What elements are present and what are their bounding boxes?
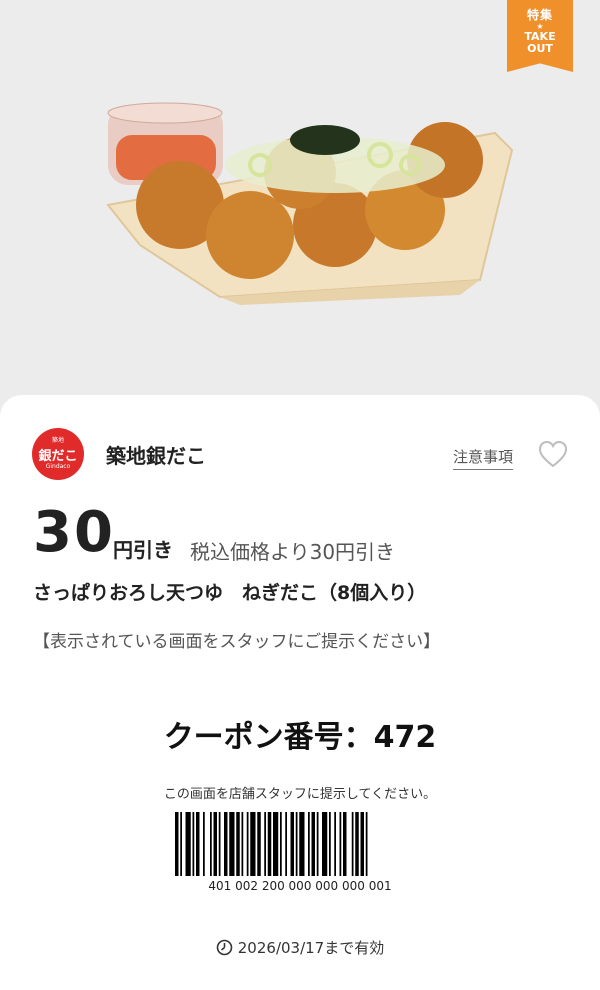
takeout-badge: 特集 ★ TAKE OUT [507, 0, 573, 72]
product-name: さっぱりおろし天つゆ ねぎだこ（8個入り） [33, 582, 427, 604]
present-note: 【表示されている画面をスタッフにご提示ください】 [33, 632, 441, 652]
heart-outline-icon[interactable] [538, 440, 568, 468]
badge-top-text: 特集 [526, 8, 553, 22]
coupon-number: クーポン番号：472 [163, 720, 437, 755]
barcode-number: 401 002 200 000 000 000 001 [208, 879, 392, 893]
clock-icon [216, 939, 233, 956]
discount-amount: 30 [33, 500, 115, 565]
shop-logo: 築地 銀だこ Gindaco [32, 428, 84, 480]
shop-name: 築地銀だこ [106, 444, 206, 468]
coupon-card [0, 395, 600, 990]
hero-image: 特集 ★ TAKE OUT [0, 0, 600, 420]
expiry-text: 2026/03/17まで有効 [237, 939, 385, 957]
notice-link[interactable]: 注意事項 [453, 446, 514, 470]
barcode [175, 812, 368, 876]
show-staff-note: この画面を店舗スタッフに提示してください。 [163, 787, 437, 802]
expiry-row: 2026/03/17まで有効 [0, 937, 600, 958]
logo-text: 銀だこ [38, 449, 78, 464]
discount-description: 税込価格より30円引き [190, 540, 396, 564]
badge-line2: OUT [527, 42, 553, 55]
logo-top-text: 築地 [51, 437, 64, 444]
takoyaki-photo [106, 102, 514, 305]
discount-unit: 円引き [113, 538, 173, 562]
logo-sub-text: Gindaco [45, 463, 71, 470]
